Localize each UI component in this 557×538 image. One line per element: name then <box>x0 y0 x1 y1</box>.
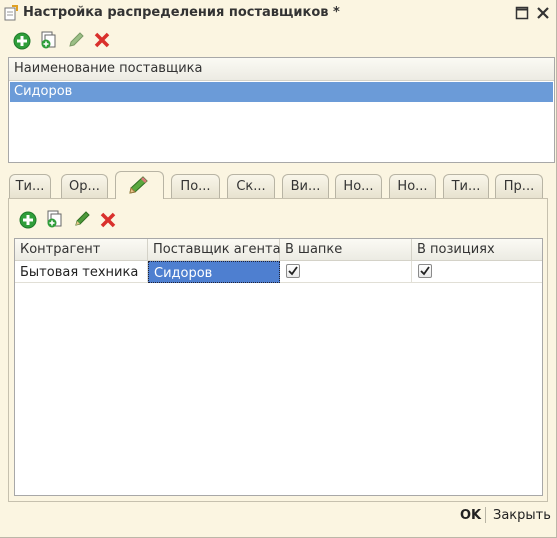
edit-icon[interactable] <box>73 210 91 228</box>
form-icon <box>4 5 18 21</box>
title-bar: Настройка распределения поставщиков * <box>0 0 557 26</box>
list-item[interactable]: Сидоров <box>10 82 553 102</box>
delete-icon[interactable] <box>93 31 111 49</box>
supplier-agent-cell[interactable]: Сидоров <box>148 261 280 283</box>
dialog-window: Настройка распределения поставщиков * На… <box>0 0 557 538</box>
copy-icon[interactable] <box>45 210 63 228</box>
kontragent-cell[interactable]: Бытовая техника <box>15 261 148 283</box>
delete-icon[interactable] <box>99 211 117 229</box>
tab-2[interactable]: Ор... <box>61 174 108 198</box>
footer-divider <box>485 507 486 523</box>
column-header-supplier-name: Наименование поставщика <box>14 61 203 76</box>
tab-9[interactable]: Ти... <box>443 174 489 198</box>
close-button[interactable]: Закрыть <box>493 508 551 523</box>
close-icon[interactable] <box>536 6 550 20</box>
suppliers-list: Наименование поставщика Сидоров <box>8 57 555 163</box>
column-header-kontragent[interactable]: Контрагент <box>15 239 148 261</box>
window-title: Настройка распределения поставщиков * <box>23 5 340 20</box>
add-icon[interactable] <box>13 32 31 50</box>
edit-icon[interactable] <box>67 31 85 49</box>
in-header-checkbox[interactable] <box>286 264 300 278</box>
ok-button[interactable]: OK <box>460 508 481 523</box>
add-icon[interactable] <box>19 211 37 229</box>
in-header-cell[interactable] <box>280 261 412 283</box>
tab-4[interactable]: По... <box>171 174 220 198</box>
tab-8[interactable]: Но... <box>389 174 436 198</box>
supplier-name-cell: Сидоров <box>14 84 73 99</box>
tab-3-active[interactable] <box>115 171 164 199</box>
column-header-in-positions[interactable]: В позициях <box>412 239 542 261</box>
in-positions-cell[interactable] <box>412 261 542 283</box>
in-positions-checkbox[interactable] <box>418 264 432 278</box>
maximize-icon[interactable] <box>515 6 529 20</box>
checkmark-icon <box>420 266 430 276</box>
column-header-in-header[interactable]: В шапке <box>280 239 412 261</box>
copy-icon[interactable] <box>39 31 57 49</box>
column-header-supplier-agent[interactable]: Поставщик агента <box>148 239 281 261</box>
pencil-icon <box>129 176 148 194</box>
tab-10[interactable]: Пр... <box>495 174 543 198</box>
suppliers-list-header: Наименование поставщика <box>9 58 554 81</box>
checkmark-icon <box>288 266 298 276</box>
agent-suppliers-table: Контрагент Поставщик агента В шапке В по… <box>14 238 543 496</box>
tab-6[interactable]: Ви... <box>282 174 329 198</box>
tab-5[interactable]: Ск... <box>227 174 275 198</box>
tab-7[interactable]: Но... <box>335 174 382 198</box>
tab-1[interactable]: Ти... <box>9 174 51 198</box>
